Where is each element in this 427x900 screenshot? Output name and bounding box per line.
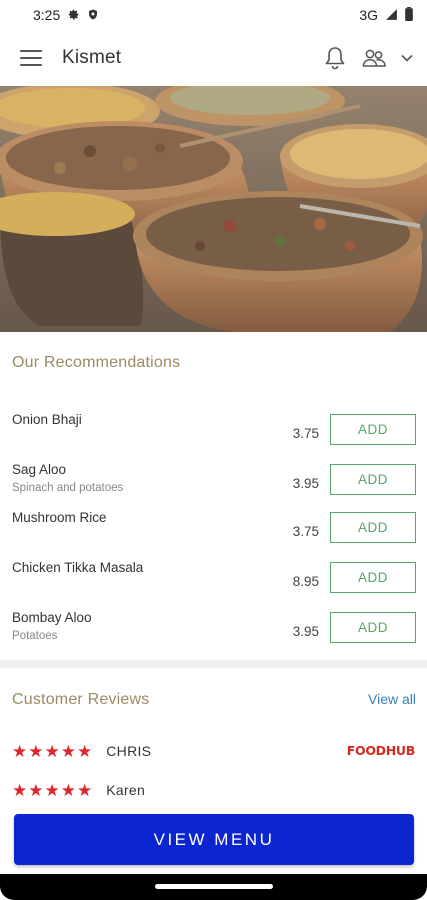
settings-icon	[67, 8, 80, 23]
add-button[interactable]: ADD	[330, 414, 416, 445]
item-price: 3.95	[292, 624, 319, 639]
menu-item-row: Onion Bhaji 3.75 ADD	[0, 412, 427, 460]
menu-item-row: Mushroom Rice 3.75 ADD	[0, 510, 427, 558]
item-name: Chicken Tikka Masala	[12, 560, 144, 575]
review-row: ★ ★ ★ ★ ★ Karen	[12, 779, 417, 801]
people-icon[interactable]	[361, 47, 387, 69]
add-button[interactable]: ADD	[330, 562, 416, 593]
home-indicator[interactable]	[155, 884, 273, 889]
foodhub-logo: FOODHUB	[346, 743, 416, 758]
add-button[interactable]: ADD	[330, 464, 416, 495]
item-price: 3.95	[292, 476, 319, 491]
status-left: 3:25	[33, 7, 99, 23]
item-price: 3.75	[292, 524, 319, 539]
status-right: 3G	[359, 7, 413, 23]
system-nav-bar	[0, 874, 427, 900]
star-icon: ★	[44, 741, 60, 761]
item-description: Potatoes	[12, 630, 58, 642]
star-icon: ★	[28, 780, 44, 800]
bell-icon[interactable]	[323, 45, 347, 71]
view-all-link[interactable]: View all	[368, 691, 416, 707]
section-divider	[0, 660, 427, 668]
recommendations-title: Our Recommendations	[12, 354, 181, 371]
network-type: 3G	[359, 7, 378, 23]
star-rating: ★ ★ ★ ★ ★	[12, 743, 92, 760]
item-description: Spinach and potatoes	[12, 482, 124, 494]
app-title: Kismet	[62, 47, 122, 68]
menu-item-row: Bombay Aloo Potatoes 3.95 ADD	[0, 610, 427, 658]
item-name: Bombay Aloo	[12, 610, 92, 625]
star-icon: ★	[60, 780, 76, 800]
star-icon: ★	[77, 741, 93, 761]
menu-item-row: Chicken Tikka Masala 8.95 ADD	[0, 560, 427, 608]
item-name: Mushroom Rice	[12, 510, 107, 525]
star-icon: ★	[12, 780, 28, 800]
hero-food-image	[0, 86, 427, 332]
add-button[interactable]: ADD	[330, 612, 416, 643]
shield-icon	[87, 8, 99, 23]
view-menu-button[interactable]: VIEW MENU	[14, 814, 414, 865]
item-price: 8.95	[292, 574, 319, 589]
chevron-down-icon[interactable]	[401, 54, 413, 62]
star-icon: ★	[60, 741, 76, 761]
app-actions	[323, 45, 413, 71]
menu-icon[interactable]	[20, 50, 42, 66]
status-bar: 3:25 3G	[0, 0, 427, 30]
menu-item-row: Sag Aloo Spinach and potatoes 3.95 ADD	[0, 462, 427, 510]
reviewer-name: Karen	[106, 782, 146, 798]
battery-icon	[405, 7, 413, 23]
item-name: Onion Bhaji	[12, 412, 82, 427]
app-bar: Kismet	[0, 30, 427, 86]
signal-icon	[385, 8, 398, 23]
star-icon: ★	[77, 780, 93, 800]
star-icon: ★	[44, 780, 60, 800]
reviewer-name: CHRIS	[106, 743, 152, 759]
item-name: Sag Aloo	[12, 462, 67, 477]
item-price: 3.75	[292, 426, 319, 441]
star-icon: ★	[28, 741, 44, 761]
add-button[interactable]: ADD	[330, 512, 416, 543]
reviews-title: Customer Reviews	[12, 691, 150, 708]
status-time: 3:25	[33, 7, 61, 23]
star-icon: ★	[12, 741, 28, 761]
star-rating: ★ ★ ★ ★ ★	[12, 782, 92, 799]
